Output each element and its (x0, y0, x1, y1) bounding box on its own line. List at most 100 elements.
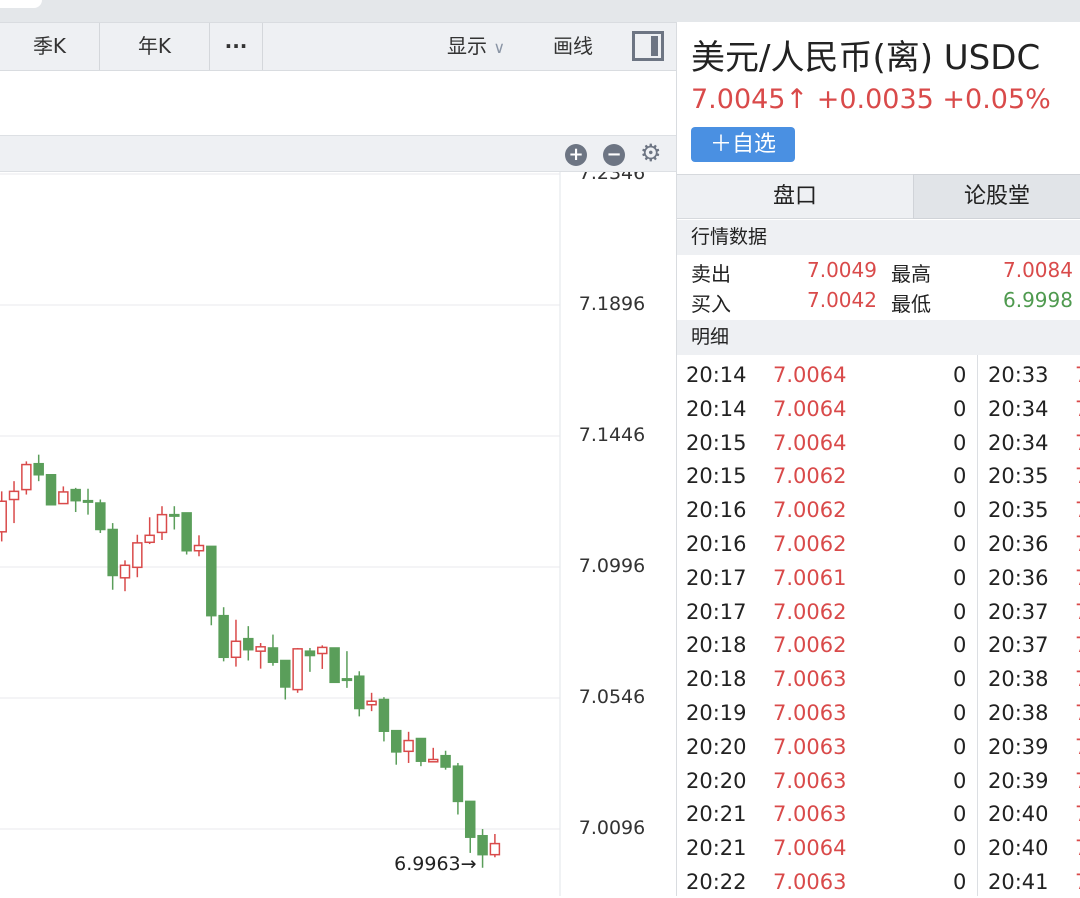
trade-time: 20:40 (988, 802, 1049, 827)
draw-line-button[interactable]: 画线 (553, 23, 593, 70)
panel-toggle-icon[interactable] (632, 31, 664, 61)
trade-volume: 0 (953, 430, 967, 455)
candle-down (243, 626, 254, 661)
candle-body (156, 513, 168, 534)
chart-header-area (0, 71, 676, 135)
window-top-strip (0, 0, 1080, 22)
trade-row: 20:20 7.0063 0 20:39 7 (677, 764, 1080, 798)
trade-time: 20:21 (686, 836, 747, 861)
trade-price: 7.0062 (773, 599, 847, 624)
trade-time: 20:17 (686, 565, 747, 590)
candle-up (255, 643, 266, 669)
trade-volume: 0 (953, 836, 967, 861)
candle-body (255, 646, 266, 652)
candle-up (403, 731, 414, 763)
candle-body (354, 675, 365, 710)
trade-price: 7.0063 (773, 802, 847, 827)
candle-body (378, 698, 390, 732)
y-tick-label: 7.2346 (579, 172, 645, 184)
trade-time: 20:22 (686, 870, 747, 894)
candlestick-chart[interactable]: 7.2346 7.1896 7.1446 7.0996 7.0546 7.0096 6.99… (0, 172, 676, 896)
candle-body (329, 647, 340, 684)
candle-body (489, 842, 501, 856)
trade-time: 20:14 (686, 363, 747, 387)
minus-circle-icon[interactable]: − (603, 144, 625, 166)
add-watchlist-button[interactable]: ＋自选 (691, 127, 795, 162)
y-tick-label: 7.1446 (579, 424, 645, 446)
trade-price: 7.0064 (773, 836, 847, 861)
candle-down (82, 488, 94, 515)
candle-body (464, 800, 476, 838)
trade-time: 20:35 (988, 498, 1049, 523)
trade-time: 20:15 (686, 430, 747, 455)
trade-detail-list[interactable]: 20:14 7.0064 0 20:33 720:14 7.0064 0 20:… (677, 358, 1080, 898)
candle-body (144, 534, 155, 544)
candle-up (58, 486, 69, 505)
candle-down (95, 499, 106, 533)
trade-row: 20:20 7.0063 0 20:39 7 (677, 730, 1080, 764)
candle-body (477, 834, 488, 856)
candle-up (193, 535, 205, 557)
trade-time: 20:33 (988, 363, 1049, 387)
trade-row: 20:17 7.0062 0 20:37 7 (677, 595, 1080, 629)
candle-down (341, 651, 353, 688)
sell-label: 卖出 (691, 262, 731, 286)
period-quarter-k[interactable]: 季K (0, 23, 100, 70)
chart-control-bar: + − ⚙ (0, 135, 676, 172)
trade-row: 20:14 7.0064 0 20:34 7 (677, 392, 1080, 426)
trade-price: 7.0063 (773, 734, 847, 759)
chevron-down-icon: ∨ (493, 38, 506, 57)
trade-volume: 0 (953, 768, 967, 793)
candle-down (452, 762, 464, 815)
candle-body (70, 488, 81, 502)
candle-down (304, 647, 316, 672)
tab-forum[interactable]: 论股堂 (913, 174, 1080, 219)
candle-body (45, 474, 57, 506)
tab-order-book[interactable]: 盘口 (677, 174, 913, 219)
more-periods-button[interactable]: ··· (210, 23, 263, 70)
trade-price-fragment: 7 (1075, 730, 1080, 764)
trade-time: 20:20 (686, 734, 747, 759)
candle-body (391, 729, 402, 753)
candle-down (329, 647, 340, 684)
candle-up (366, 692, 377, 712)
trade-volume: 0 (953, 633, 967, 658)
display-dropdown[interactable]: 显示 ∨ (447, 23, 505, 71)
trade-time: 20:38 (988, 701, 1049, 725)
trade-price-fragment: 7 (1075, 865, 1080, 898)
trade-volume: 0 (953, 532, 967, 556)
candle-body (428, 758, 439, 763)
trade-volume: 0 (953, 396, 967, 421)
candle-body (206, 545, 217, 617)
candle-body (317, 646, 328, 655)
trade-row: 20:18 7.0063 0 20:38 7 (677, 662, 1080, 696)
candle-down (169, 506, 180, 530)
trade-row: 20:19 7.0063 0 20:38 7 (677, 696, 1080, 730)
candle-down (354, 671, 365, 717)
candle-body (169, 513, 180, 517)
trade-price-fragment: 7 (1075, 493, 1080, 527)
trade-time: 20:36 (988, 565, 1049, 590)
candle-down (45, 474, 57, 506)
candle-body (304, 650, 316, 657)
candle-body (230, 640, 242, 659)
price-change: +0.0035 (816, 84, 934, 115)
trade-volume: 0 (953, 701, 967, 725)
trade-volume: 0 (953, 667, 967, 692)
trade-price-fragment: 7 (1075, 527, 1080, 561)
trade-row: 20:15 7.0062 0 20:35 7 (677, 459, 1080, 493)
trade-time: 20:39 (988, 768, 1049, 793)
trade-time: 20:19 (686, 701, 747, 725)
period-year-k[interactable]: 年K (100, 23, 210, 70)
gear-icon[interactable]: ⚙ (640, 139, 662, 167)
plus-circle-icon[interactable]: + (565, 144, 587, 166)
browser-tab-fragment[interactable] (0, 0, 42, 8)
trade-time: 20:18 (686, 667, 747, 692)
trade-price-fragment: 7 (1075, 426, 1080, 460)
candle-body (107, 528, 118, 577)
y-tick-label: 7.0096 (579, 817, 645, 839)
detail-header: 明细 (677, 320, 1080, 355)
candle-body (119, 564, 131, 579)
candle-body (243, 637, 254, 651)
trade-time: 20:34 (988, 396, 1049, 421)
